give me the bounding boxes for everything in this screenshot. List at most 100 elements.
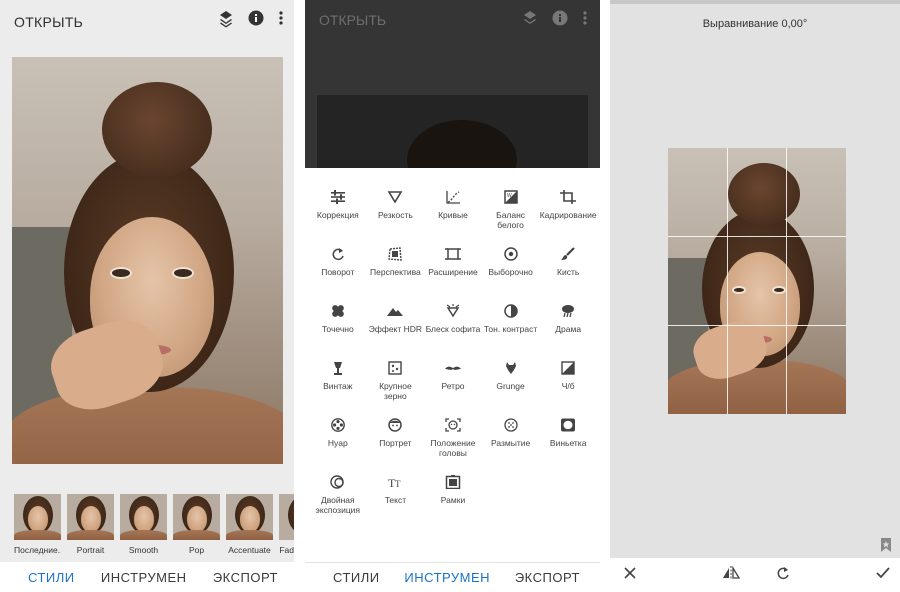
- perspective-icon: [388, 247, 403, 261]
- tools-screen: ОТКРЫТЬ Коррекция Резкость Кривые W Балан…: [305, 0, 600, 592]
- tab-export[interactable]: ЭКСПОРТ: [213, 570, 278, 585]
- tool-perspective[interactable]: Перспектива: [367, 247, 425, 290]
- dimmed-preview: ОТКРЫТЬ: [305, 0, 600, 168]
- tool-white-balance[interactable]: W Баланс белого: [482, 190, 540, 233]
- style-thumb-accentuate[interactable]: Accentuate: [226, 494, 273, 560]
- tool-brush[interactable]: Кисть: [539, 247, 597, 290]
- curves-icon: [446, 191, 460, 204]
- tool-text[interactable]: T T Текст: [367, 475, 425, 518]
- tool-vintage[interactable]: Винтаж: [309, 361, 367, 404]
- grid-line: [727, 148, 728, 414]
- crop-preview[interactable]: [668, 148, 846, 414]
- info-icon[interactable]: [248, 10, 264, 33]
- style-thumb-label: Accentuate: [228, 545, 271, 555]
- tool-expand[interactable]: Расширение: [424, 247, 482, 290]
- bottom-nav: СТИЛИ ИНСТРУМЕН ЭКСПОРТ: [0, 562, 294, 592]
- tool-portrait[interactable]: Портрет: [367, 418, 425, 461]
- tools-grid: Коррекция Резкость Кривые W Баланс белого…: [309, 190, 597, 518]
- tool-black-white[interactable]: Ч/б: [539, 361, 597, 404]
- tool-sharpness[interactable]: Резкость: [367, 190, 425, 233]
- brush-icon: [561, 247, 575, 260]
- style-thumb-label: Portrait: [76, 545, 105, 555]
- grid-line: [786, 148, 787, 414]
- info-icon[interactable]: [552, 10, 568, 33]
- close-icon[interactable]: [624, 566, 636, 584]
- style-thumb-label: Fade: [279, 545, 294, 555]
- tool-blur[interactable]: Размытие: [482, 418, 540, 461]
- tool-head-pose[interactable]: Положение головы: [424, 418, 482, 461]
- grid-line: [668, 325, 846, 326]
- tool-frames[interactable]: Рамки: [424, 475, 482, 518]
- more-vert-icon[interactable]: [582, 10, 588, 33]
- tool-drama[interactable]: Драма: [539, 304, 597, 347]
- style-thumb-fade[interactable]: Fade: [279, 494, 294, 560]
- noir-icon: [330, 418, 345, 432]
- layers-icon[interactable]: [218, 10, 234, 33]
- grainy-film-icon: [388, 361, 403, 375]
- crop-icon: [560, 190, 577, 204]
- vignette-icon: [561, 418, 576, 432]
- head-pose-icon: [445, 418, 461, 432]
- hdr-icon: [387, 308, 404, 316]
- tool-retrolux[interactable]: Ретро: [424, 361, 482, 404]
- style-thumb-smooth[interactable]: Smooth: [120, 494, 167, 560]
- alignment-angle-label: Выравнивание 0,00°: [702, 18, 808, 30]
- open-button[interactable]: ОТКРЫТЬ: [14, 14, 83, 30]
- more-vert-icon[interactable]: [278, 10, 284, 33]
- tab-styles[interactable]: СТИЛИ: [28, 570, 75, 585]
- svg-text:W: W: [507, 193, 512, 199]
- main-photo: [12, 57, 283, 464]
- tonal-contrast-icon: [503, 304, 518, 318]
- rotate-icon: [332, 248, 344, 261]
- style-thumb-label: Последние...: [14, 545, 61, 555]
- rotate-icon[interactable]: [776, 566, 790, 585]
- tool-grainy-film[interactable]: Крупное зерно: [367, 361, 425, 404]
- tool-healing[interactable]: Точечно: [309, 304, 367, 347]
- retrolux-icon: [444, 366, 461, 370]
- tool-tune[interactable]: Коррекция: [309, 190, 367, 233]
- bottom-toolbar: [610, 558, 900, 592]
- tool-tonal-contrast[interactable]: Тон. контраст: [482, 304, 540, 347]
- flip-icon[interactable]: [722, 565, 741, 585]
- blur-icon: [503, 418, 518, 432]
- check-icon[interactable]: [876, 566, 890, 584]
- expand-icon: [444, 248, 461, 260]
- layers-icon[interactable]: [522, 10, 538, 33]
- grunge-icon: [505, 362, 516, 374]
- tool-grunge[interactable]: Grunge: [482, 361, 540, 404]
- tab-export[interactable]: ЭКСПОРТ: [515, 570, 580, 585]
- style-thumb-label: Smooth: [128, 545, 159, 555]
- tab-tools[interactable]: ИНСТРУМЕН: [404, 570, 490, 585]
- white-balance-icon: W: [503, 190, 518, 204]
- tab-styles[interactable]: СТИЛИ: [333, 570, 380, 585]
- drama-icon: [562, 305, 575, 318]
- tool-vignette[interactable]: Виньетка: [539, 418, 597, 461]
- healing-icon: [331, 305, 344, 317]
- top-bar: ОТКРЫТЬ: [0, 0, 294, 44]
- tab-tools[interactable]: ИНСТРУМЕН: [101, 570, 187, 585]
- rotate-screen: Выравнивание 0,00°: [610, 0, 900, 592]
- open-button[interactable]: ОТКРЫТЬ: [319, 12, 386, 28]
- tool-curves[interactable]: Кривые: [424, 190, 482, 233]
- vintage-icon: [333, 362, 342, 375]
- tool-crop[interactable]: Кадрирование: [539, 190, 597, 233]
- style-thumb-label: Pop: [188, 545, 205, 555]
- text-icon: TT: [388, 476, 401, 489]
- glamour-glow-icon: [446, 304, 460, 318]
- tool-selective[interactable]: Выборочно: [482, 247, 540, 290]
- style-thumb-recent[interactable]: Последние...: [14, 494, 61, 560]
- tool-double-exposure[interactable]: Двойная экспозиция: [309, 475, 367, 518]
- svg-text:T: T: [395, 479, 401, 489]
- double-exposure-icon: [330, 475, 344, 489]
- frames-icon: [445, 475, 461, 489]
- tool-rotate[interactable]: Поворот: [309, 247, 367, 290]
- selective-icon: [503, 247, 518, 261]
- tool-hdr[interactable]: Эффект HDR: [367, 304, 425, 347]
- tool-noir[interactable]: Нуар: [309, 418, 367, 461]
- grid-line: [668, 236, 846, 237]
- style-thumb-portrait[interactable]: Portrait: [67, 494, 114, 560]
- style-thumb-pop[interactable]: Pop: [173, 494, 220, 560]
- tool-glamour-glow[interactable]: Блеск софита: [424, 304, 482, 347]
- bookmark-icon[interactable]: [880, 538, 892, 557]
- style-thumbnails: Последние... Portrait Smooth Pop Accentu…: [0, 494, 294, 560]
